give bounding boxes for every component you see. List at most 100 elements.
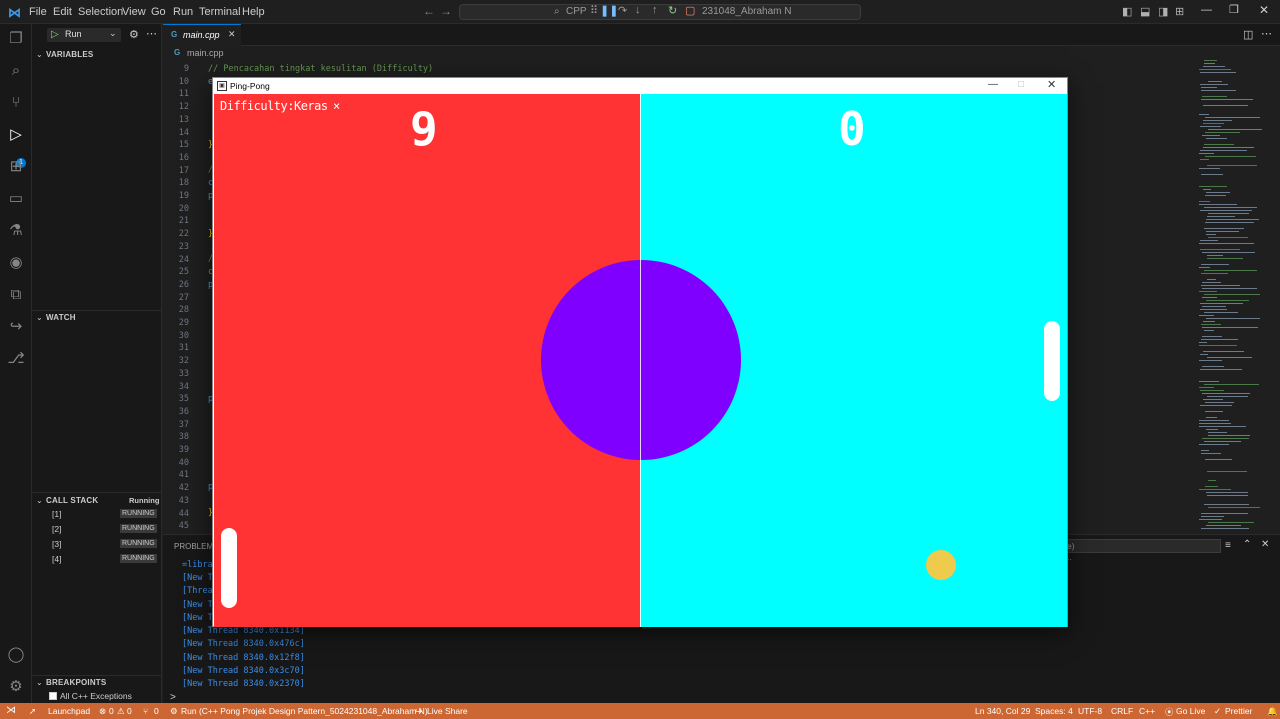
difficulty-close-icon[interactable]: × — [333, 99, 340, 113]
search-icon[interactable]: ⌕ — [7, 62, 25, 80]
ping-pong-window[interactable]: ▣ Ping-Pong — □ ✕ Difficulty:Keras × 9 0 — [212, 77, 1068, 627]
live-share-status[interactable]: Live Share — [427, 706, 468, 716]
accounts-icon[interactable]: ◯ — [7, 646, 25, 664]
containers-icon[interactable]: ⧉ — [7, 286, 25, 304]
minimap-line — [1200, 303, 1243, 304]
close-panel-icon[interactable]: ✕ — [1261, 539, 1269, 550]
eol[interactable]: CRLF — [1111, 706, 1133, 716]
minimap-line — [1202, 366, 1224, 367]
menu-terminal[interactable]: Terminal — [199, 6, 241, 18]
call-stack-section-title[interactable]: CALL STACK — [46, 496, 98, 505]
maximize-icon[interactable]: ❐ — [1229, 3, 1239, 16]
remote-icon[interactable]: ⋊ — [6, 705, 16, 716]
ports-icon: ⑂ — [143, 706, 149, 716]
prettier[interactable]: Prettier — [1225, 706, 1252, 716]
source-control-icon[interactable]: ⑂ — [7, 94, 25, 112]
breakpoint-checkbox[interactable] — [49, 692, 57, 700]
step-out-icon[interactable]: ↑ — [652, 4, 658, 16]
close-icon[interactable]: ✕ — [1047, 78, 1056, 91]
minimap[interactable] — [1193, 60, 1278, 534]
minimap-line — [1203, 123, 1224, 124]
close-icon[interactable]: ✕ — [1259, 3, 1269, 17]
ports-count[interactable]: 0 — [154, 706, 159, 716]
toggle-panel-icon[interactable]: ⬓ — [1140, 5, 1150, 18]
customize-layout-icon[interactable]: ⊞ — [1175, 5, 1184, 18]
terminal-filter-input[interactable]: e) — [1043, 539, 1221, 553]
line-number: 30 — [178, 330, 189, 341]
live-share-icon[interactable]: ↪ — [7, 318, 25, 336]
warning-count[interactable]: 0 — [127, 706, 132, 716]
tab-main-cpp[interactable]: G main.cpp ✕ — [163, 24, 241, 46]
line-number: 23 — [178, 241, 189, 252]
more-actions-icon[interactable]: ⋯ — [1261, 27, 1272, 40]
menu-go[interactable]: Go — [151, 6, 166, 18]
chevron-down-icon[interactable]: ⌄ — [36, 50, 43, 59]
minimap-line — [1201, 90, 1236, 91]
thread-item[interactable]: [1] RUNNING — [32, 508, 162, 522]
restart-icon[interactable]: ↻ — [668, 4, 677, 17]
stop-icon[interactable]: ▢ — [685, 4, 695, 17]
launchpad-item[interactable]: Launchpad — [48, 706, 90, 716]
menu-help[interactable]: Help — [242, 6, 265, 18]
menu-selection[interactable]: Selection — [78, 6, 123, 18]
maximize-icon[interactable]: □ — [1018, 79, 1024, 90]
extensions-icon[interactable]: ⊞ — [7, 158, 25, 176]
nav-back-icon[interactable]: ← — [423, 4, 435, 18]
list-icon[interactable]: ≡ — [1225, 540, 1231, 551]
toggle-secondary-sidebar-icon[interactable]: ◨ — [1158, 5, 1168, 18]
minimize-icon[interactable]: — — [988, 79, 998, 90]
chevron-up-icon[interactable]: ⌃ — [1243, 539, 1251, 550]
minimap-line — [1200, 210, 1252, 211]
run-config-status[interactable]: Run (C++ Pong Projek Design Pattern_5024… — [181, 706, 428, 716]
testing-icon[interactable]: ⚗ — [7, 222, 25, 240]
game-title-bar[interactable]: ▣ Ping-Pong — □ ✕ — [213, 78, 1067, 94]
game-canvas[interactable]: Difficulty:Keras × 9 0 — [214, 94, 1067, 627]
thread-name: [3] — [52, 539, 62, 549]
git-graph-icon[interactable]: ⎇ — [7, 350, 25, 368]
thread-item[interactable]: [3] RUNNING — [32, 538, 162, 552]
chevron-down-icon[interactable]: ⌄ — [36, 313, 43, 322]
menu-file[interactable]: File — [29, 6, 47, 18]
step-into-icon[interactable]: ↓ — [635, 4, 641, 16]
manage-gear-icon[interactable]: ⚙ — [7, 678, 25, 696]
more-actions-icon[interactable]: ⋯ — [146, 27, 157, 40]
chevron-down-icon[interactable]: ⌄ — [36, 678, 43, 687]
minimize-icon[interactable]: — — [1201, 4, 1212, 16]
thread-item[interactable]: [2] RUNNING — [32, 523, 162, 537]
pause-icon[interactable]: ❚❚ — [600, 4, 618, 17]
github-icon[interactable]: ◉ — [7, 254, 25, 272]
error-count[interactable]: 0 — [109, 706, 114, 716]
debug-console-prompt[interactable]: > — [170, 692, 176, 703]
toggle-sidebar-icon[interactable]: ◧ — [1122, 5, 1132, 18]
menu-edit[interactable]: Edit — [53, 6, 72, 18]
close-tab-icon[interactable]: ✕ — [228, 29, 236, 40]
drag-handle-icon[interactable]: ⠿ — [590, 4, 598, 17]
remote-explorer-icon[interactable]: ▭ — [7, 190, 25, 208]
breakpoints-section-title[interactable]: BREAKPOINTS — [46, 678, 106, 687]
go-live[interactable]: Go Live — [1176, 706, 1205, 716]
language-mode[interactable]: C++ — [1139, 706, 1155, 716]
explorer-icon[interactable]: ❐ — [7, 30, 25, 48]
thread-item[interactable]: [4] RUNNING — [32, 553, 162, 567]
run-debug-icon[interactable]: ▷ — [7, 126, 25, 144]
score-left: 9 — [410, 102, 438, 156]
breadcrumb-file: main.cpp — [187, 48, 224, 58]
debug-settings-gear-icon[interactable]: ⚙ — [129, 28, 139, 41]
split-editor-icon[interactable]: ◫ — [1243, 28, 1253, 41]
nav-forward-icon[interactable]: → — [440, 4, 452, 18]
menu-run[interactable]: Run — [173, 6, 193, 18]
minimap-line — [1199, 423, 1231, 424]
variables-section-title[interactable]: VARIABLES — [46, 50, 93, 59]
menu-view[interactable]: View — [122, 6, 146, 18]
cursor-position[interactable]: Ln 340, Col 29 — [975, 706, 1030, 716]
encoding[interactable]: UTF-8 — [1078, 706, 1102, 716]
watch-section-title[interactable]: WATCH — [46, 313, 76, 322]
step-over-icon[interactable]: ↷ — [618, 4, 627, 17]
debug-toolbar: ⠿ ❚❚ ↷ ↓ ↑ ↻ ▢ — [590, 3, 700, 19]
notifications-bell-icon[interactable]: 🔔 — [1267, 706, 1278, 717]
indentation[interactable]: Spaces: 4 — [1035, 706, 1073, 716]
line-number: 35 — [178, 394, 189, 405]
cpp-file-icon: G — [171, 30, 178, 39]
run-config-dropdown[interactable]: ▷ Run ⌄ — [47, 28, 121, 42]
chevron-down-icon[interactable]: ⌄ — [36, 496, 43, 505]
